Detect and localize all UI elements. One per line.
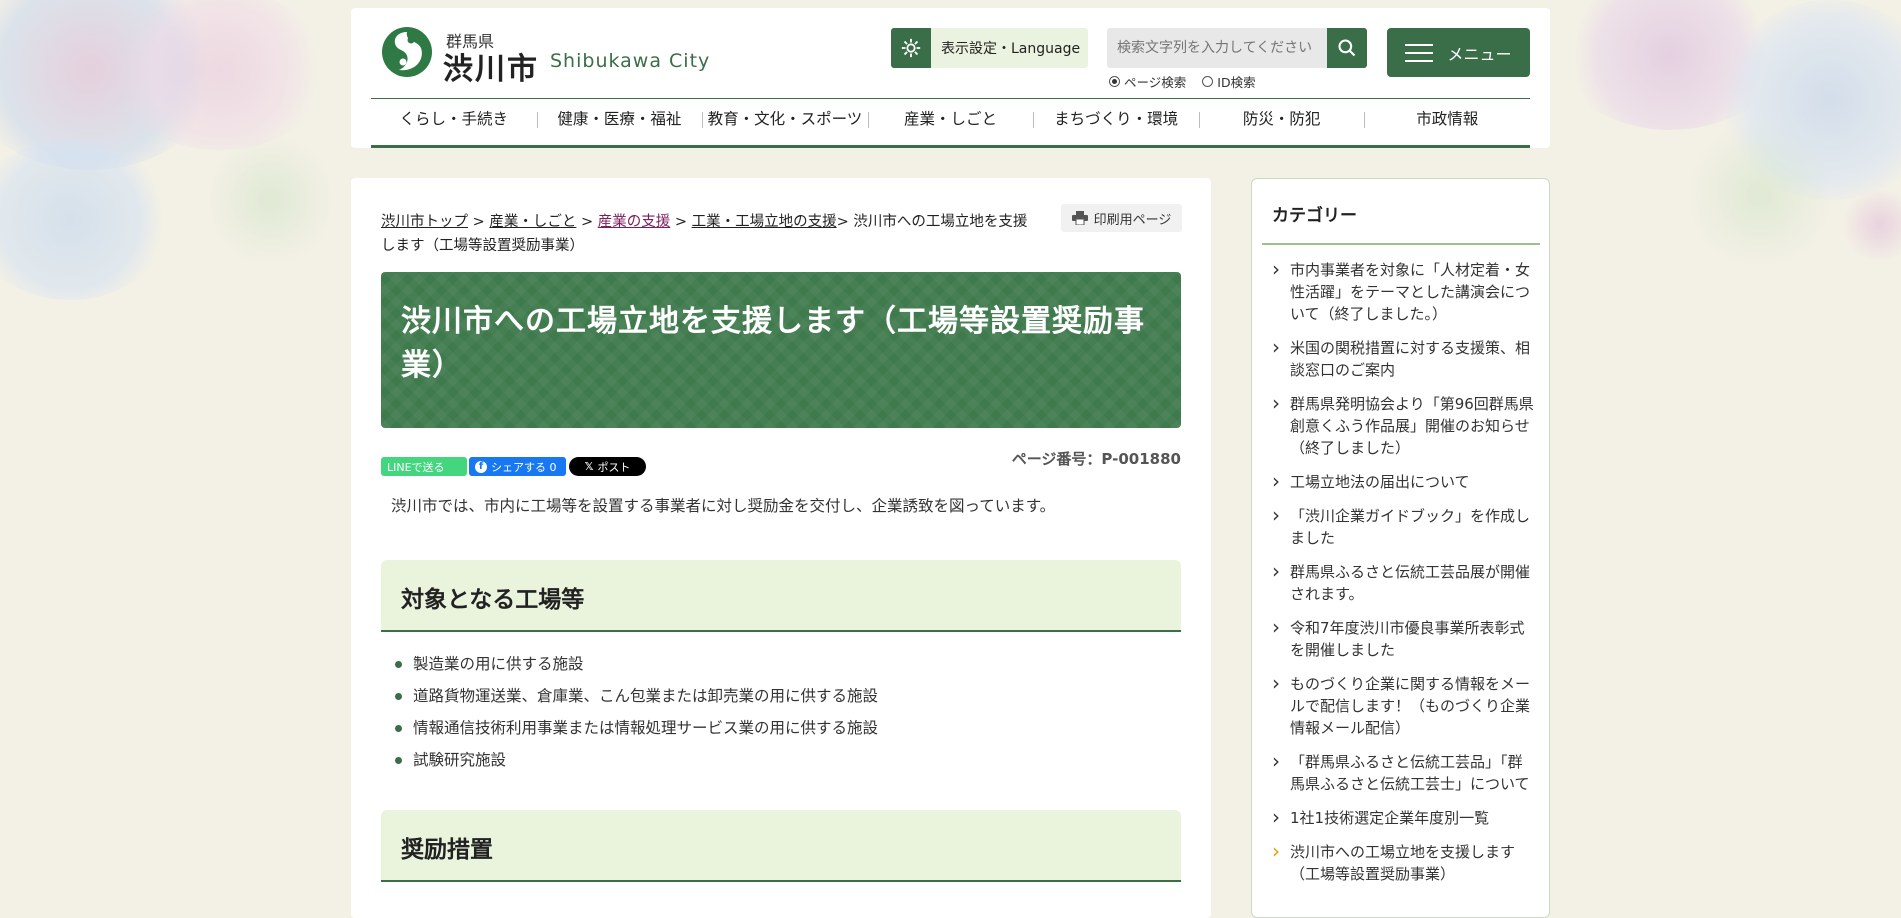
- sidebar-item[interactable]: 群馬県発明協会より「第96回群馬県創意くふう作品展」開催のお知らせ（終了しました…: [1272, 392, 1537, 459]
- language-settings-button[interactable]: 表示設定・Language: [891, 28, 1088, 68]
- logo-city-name[interactable]: 渋川市: [443, 44, 539, 88]
- gear-icon: [891, 28, 931, 68]
- sidebar-item[interactable]: 1社1技術選定企業年度別一覧: [1272, 806, 1537, 829]
- sidebar-divider: [1262, 243, 1540, 245]
- facebook-share-button[interactable]: f シェアする 0: [469, 457, 566, 476]
- page-title: 渋川市への工場立地を支援します（工場等設置奨励事業）: [401, 304, 1145, 383]
- sidebar-item[interactable]: 群馬県ふるさと伝統工芸品展が開催されます。: [1272, 560, 1537, 605]
- language-settings-label: 表示設定・Language: [941, 41, 1081, 57]
- sidebar-item[interactable]: 工場立地法の届出について: [1272, 470, 1537, 493]
- intro-text: 渋川市では、市内に工場等を設置する事業者に対し奨励金を交付し、企業誘致を図ってい…: [391, 497, 1056, 515]
- flower-decoration: [110, 0, 330, 150]
- hamburger-icon: [1405, 43, 1434, 63]
- breadcrumb-link-support[interactable]: 産業の支援: [598, 214, 671, 230]
- radio-page-search[interactable]: ページ検索: [1109, 72, 1186, 91]
- breadcrumb-separator: >: [670, 214, 692, 230]
- section-heading-incentives: 奨励措置: [401, 837, 493, 863]
- radio-selected-icon: [1109, 76, 1120, 87]
- x-icon: 𝕏: [584, 460, 594, 473]
- breadcrumb-separator: >: [468, 214, 490, 230]
- sidebar-item[interactable]: 令和7年度渋川市優良事業所表彰式を開催しました: [1272, 616, 1537, 661]
- global-navigation: くらし・手続き 健康・医療・福祉 教育・文化・スポーツ 産業・しごと まちづくり…: [371, 98, 1530, 148]
- list-item: 製造業の用に供する施設: [395, 648, 878, 680]
- sidebar-item[interactable]: ものづくり企業に関する情報をメールで配信します！（ものづくり企業情報メール配信）: [1272, 672, 1537, 739]
- main-content: 渋川市トップ > 産業・しごと > 産業の支援 > 工業・工場立地の支援> 渋川…: [351, 178, 1211, 918]
- flower-decoration: [0, 140, 170, 300]
- nav-item-health[interactable]: 健康・医療・福祉: [536, 99, 703, 145]
- list-item: 道路貨物運送業、倉庫業、こん包業または卸売業の用に供する施設: [395, 680, 878, 712]
- nav-item-education[interactable]: 教育・文化・スポーツ: [702, 99, 868, 145]
- breadcrumb-link-factory[interactable]: 工業・工場立地の支援: [692, 214, 837, 230]
- breadcrumb-separator: >: [836, 214, 854, 230]
- nav-item-industry[interactable]: 産業・しごと: [867, 99, 1034, 145]
- radio-unselected-icon: [1202, 76, 1214, 87]
- facebook-share-label: シェアする 0: [491, 460, 557, 474]
- list-item: 情報通信技術利用事業または情報処理サービス業の用に供する施設: [395, 712, 878, 744]
- target-facilities-list: 製造業の用に供する施設 道路貨物運送業、倉庫業、こん包業または卸売業の用に供する…: [395, 648, 878, 776]
- leaf-decoration: [1690, 120, 1830, 270]
- sidebar-item[interactable]: 「群馬県ふるさと伝統工芸品」「群馬県ふるさと伝統工芸士」について: [1272, 750, 1537, 795]
- sidebar-item[interactable]: 「渋川企業ガイドブック」を作成しました: [1272, 504, 1537, 549]
- logo-city-english: Shibukawa City: [550, 50, 711, 72]
- facebook-icon: f: [475, 460, 487, 473]
- flower-decoration: [1840, 190, 1901, 260]
- nav-item-city-info[interactable]: 市政情報: [1364, 99, 1530, 145]
- sidebar-title: カテゴリー: [1272, 206, 1357, 226]
- x-post-label: ポスト: [597, 460, 631, 474]
- printer-icon: [1071, 211, 1088, 225]
- search-button[interactable]: [1327, 28, 1367, 68]
- search-input[interactable]: [1107, 28, 1327, 68]
- radio-page-label: ページ検索: [1124, 75, 1187, 90]
- breadcrumb-link-industry[interactable]: 産業・しごと: [489, 214, 576, 230]
- category-sidebar: カテゴリー 市内事業者を対象に「人材定着・女性活躍」をテーマとした講演会について…: [1251, 178, 1550, 918]
- nav-item-town[interactable]: まちづくり・環境: [1033, 99, 1199, 145]
- nav-item-living[interactable]: くらし・手続き: [371, 99, 537, 145]
- breadcrumb: 渋川市トップ > 産業・しごと > 産業の支援 > 工業・工場立地の支援> 渋川…: [381, 210, 1041, 258]
- section-heading-target: 対象となる工場等: [401, 587, 585, 613]
- radio-id-search[interactable]: ID検索: [1202, 72, 1256, 91]
- site-header: 群馬県 渋川市 Shibukawa City 表示設定・Language ページ…: [351, 8, 1550, 148]
- section-heading-box: 対象となる工場等: [381, 560, 1181, 632]
- list-item: 試験研究施設: [395, 744, 878, 776]
- section-heading-box: 奨励措置: [381, 810, 1181, 882]
- print-page-button[interactable]: 印刷用ページ: [1061, 204, 1182, 232]
- sidebar-item[interactable]: 米国の関税措置に対する支援策、相談窓口のご案内: [1272, 336, 1537, 381]
- menu-button[interactable]: メニュー: [1387, 28, 1530, 77]
- line-share-label: LINEで送る: [387, 460, 445, 474]
- x-post-button[interactable]: 𝕏 ポスト: [569, 457, 646, 476]
- nav-item-disaster[interactable]: 防災・防犯: [1198, 99, 1365, 145]
- radio-id-label: ID検索: [1217, 75, 1256, 90]
- city-logo-icon[interactable]: [381, 26, 433, 78]
- page-number: ページ番号：P-001880: [1011, 450, 1181, 468]
- breadcrumb-link-top[interactable]: 渋川市トップ: [381, 214, 468, 230]
- search-icon: [1338, 39, 1356, 57]
- sidebar-item[interactable]: 市内事業者を対象に「人材定着・女性活躍」をテーマとした講演会について（終了しまし…: [1272, 258, 1537, 325]
- print-page-label: 印刷用ページ: [1093, 212, 1172, 228]
- sidebar-item-current[interactable]: 渋川市への工場立地を支援します（工場等設置奨励事業）: [1272, 840, 1537, 885]
- line-share-button[interactable]: LINEで送る: [381, 457, 467, 476]
- menu-label: メニュー: [1447, 44, 1512, 64]
- breadcrumb-separator: >: [576, 214, 598, 230]
- leaf-decoration: [210, 130, 330, 270]
- category-list: 市内事業者を対象に「人材定着・女性活躍」をテーマとした講演会について（終了しまし…: [1272, 258, 1537, 897]
- search-type-radios: ページ検索 ID検索: [1109, 72, 1256, 91]
- page-title-box: 渋川市への工場立地を支援します（工場等設置奨励事業）: [381, 272, 1181, 428]
